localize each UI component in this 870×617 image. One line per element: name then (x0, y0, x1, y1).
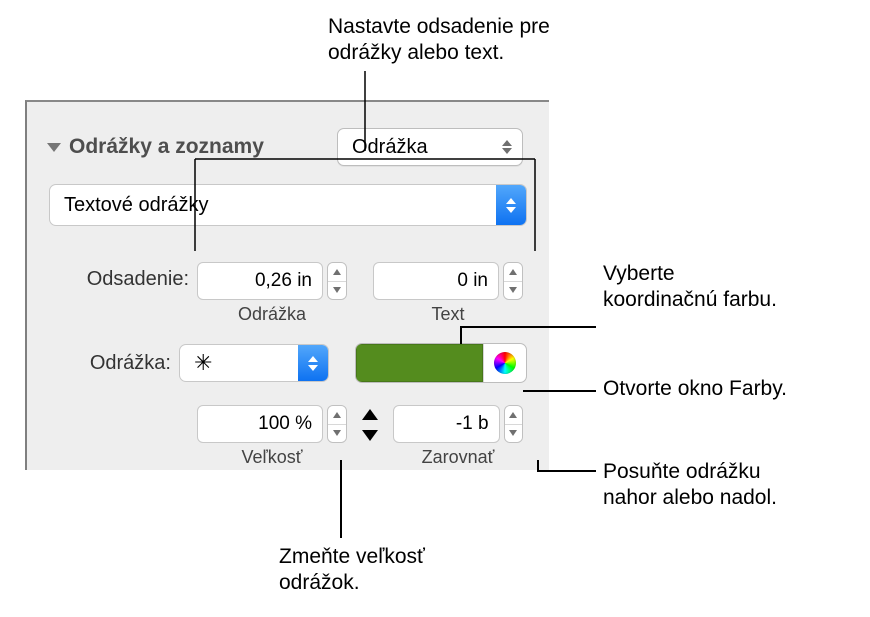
stepper-down-icon[interactable] (504, 281, 522, 300)
leader-line (460, 326, 596, 328)
select-arrow-icon (298, 345, 328, 381)
stepper-down-icon[interactable] (505, 424, 522, 443)
color-picker-button[interactable] (483, 344, 526, 382)
bullet-char-select[interactable]: ✳ (179, 344, 329, 382)
callout-bracket (195, 71, 535, 271)
leader-line (340, 460, 342, 538)
callout-open-colors: Otvorte okno Farby. (603, 376, 787, 402)
leader-line (460, 326, 462, 344)
align-field[interactable] (393, 405, 523, 443)
size-field[interactable] (197, 405, 347, 443)
bullet-color-control (355, 343, 527, 383)
stepper-down-icon[interactable] (328, 281, 346, 300)
leader-line (537, 470, 596, 472)
align-caption: Zarovnať (393, 447, 523, 468)
callout-move-updown: Posuňte odrážku nahor alebo nadol. (603, 459, 777, 512)
stepper-up-icon[interactable] (328, 406, 346, 424)
vertical-adjust-icon (359, 409, 381, 441)
indent-label: Odsadenie: (49, 262, 189, 291)
size-stepper[interactable] (327, 405, 347, 443)
callout-change-size: Zmeňte veľkosť odrážok. (279, 544, 425, 597)
callout-indent: Nastavte odsadenie pre odrážky alebo tex… (328, 14, 550, 67)
bullet-indent-caption: Odrážka (197, 304, 347, 325)
size-input[interactable] (197, 405, 323, 443)
stepper-down-icon[interactable] (328, 424, 346, 443)
text-indent-caption: Text (373, 304, 523, 325)
stepper-up-icon[interactable] (505, 406, 522, 424)
size-caption: Veľkosť (197, 447, 347, 468)
color-wheel-icon (494, 352, 516, 374)
align-input[interactable] (393, 405, 500, 443)
align-stepper[interactable] (504, 405, 523, 443)
disclosure-triangle-icon[interactable] (47, 143, 61, 152)
color-well[interactable] (356, 344, 483, 382)
leader-line (537, 460, 539, 470)
bullet-char-value: ✳ (180, 350, 298, 376)
callout-coord-color: Vyberte koordinačnú farbu. (603, 261, 777, 314)
bullet-char-label: Odrážka: (49, 352, 171, 375)
leader-line (523, 390, 596, 392)
